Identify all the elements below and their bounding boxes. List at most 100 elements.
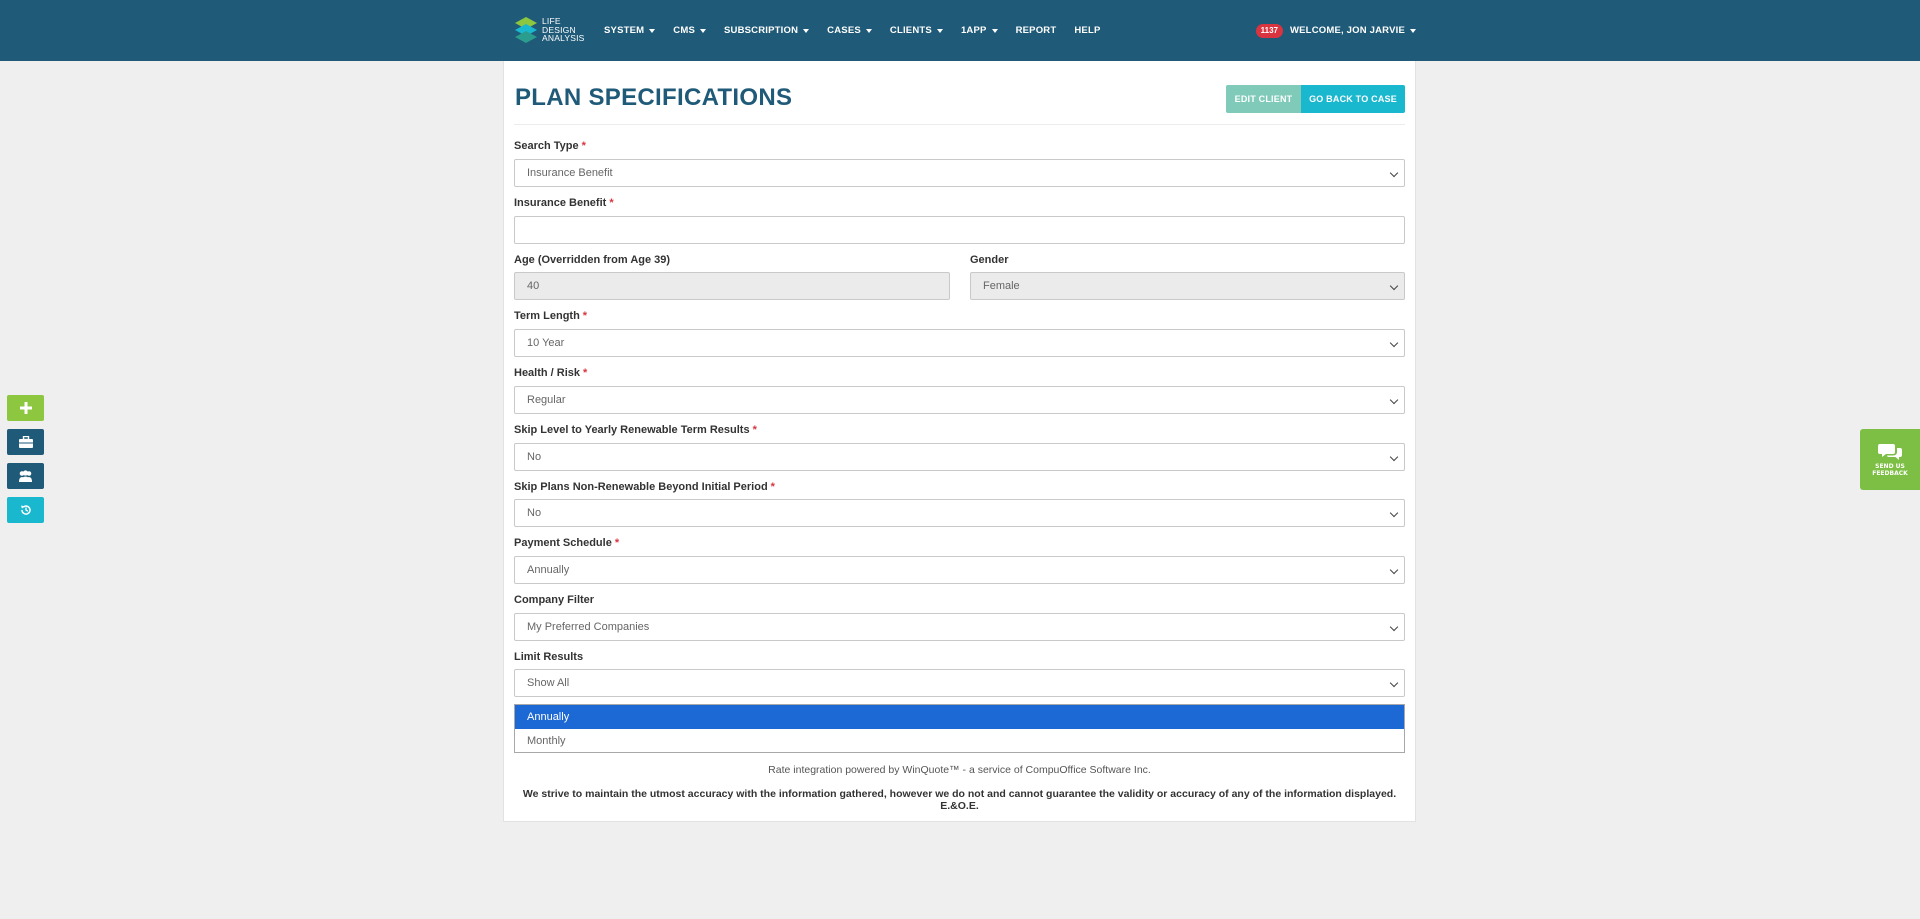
label-text: Skip Plans Non-Renewable Beyond Initial …	[514, 481, 768, 493]
required-marker: *	[583, 367, 588, 379]
caret-down-icon	[936, 28, 943, 33]
chevron-down-icon	[1389, 565, 1399, 575]
search-type-select[interactable]: Insurance Benefit	[514, 159, 1405, 187]
label-text: Payment Schedule	[514, 537, 612, 549]
cases-button[interactable]	[7, 429, 44, 455]
limit-results-label: Limit Results	[514, 651, 584, 663]
send-feedback-button[interactable]: SEND US FEEDBACK	[1860, 429, 1920, 490]
payment-schedule-label: Payment Schedule *	[514, 537, 619, 549]
select-value: Show All	[527, 677, 570, 689]
search-type-label: Search Type *	[514, 140, 586, 152]
chevron-down-icon	[1389, 281, 1399, 291]
required-marker: *	[582, 310, 588, 322]
select-value: Female	[983, 280, 1020, 292]
term-length-select[interactable]: 10 Year	[514, 329, 1405, 357]
gender-select: Female	[970, 272, 1405, 300]
menu-cms[interactable]: CMS	[673, 25, 706, 36]
caret-down-icon	[699, 28, 706, 33]
brand-logo[interactable]: LIFE DESIGN ANALYSIS	[513, 14, 593, 46]
age-label: Age (Overridden from Age 39)	[514, 254, 671, 266]
caret-down-icon	[649, 28, 656, 33]
required-marker: *	[581, 140, 586, 152]
menu-clients[interactable]: CLIENTS	[890, 25, 943, 36]
skip-plans-label: Skip Plans Non-Renewable Beyond Initial …	[514, 481, 775, 493]
health-risk-label: Health / Risk *	[514, 367, 587, 379]
label-text: Skip Level to Yearly Renewable Term Resu…	[514, 424, 750, 436]
navbar-inner: LIFE DESIGN ANALYSIS SYSTEM CMS SUBSCRIP…	[503, 0, 1416, 61]
menu-1app[interactable]: 1APP	[961, 25, 998, 36]
health-risk-select[interactable]: Regular	[514, 386, 1405, 414]
caret-down-icon	[991, 28, 998, 33]
menu-label: CASES	[827, 25, 861, 36]
select-value: Insurance Benefit	[527, 167, 613, 179]
feedback-line-1: SEND US	[1875, 462, 1905, 470]
menu-subscription[interactable]: SUBSCRIPTION	[723, 25, 810, 36]
go-back-to-case-button[interactable]: GO BACK TO CASE	[1301, 85, 1405, 113]
skip-plans-select[interactable]: No	[514, 499, 1405, 527]
history-button[interactable]	[7, 497, 44, 523]
add-button[interactable]	[7, 395, 44, 421]
menu-system[interactable]: SYSTEM	[604, 25, 656, 36]
limit-results-select[interactable]: Show All	[514, 669, 1405, 697]
gender-label: Gender	[970, 254, 1009, 266]
caret-down-icon	[865, 28, 872, 33]
chevron-down-icon	[1389, 168, 1399, 178]
payment-schedule-select[interactable]: Annually	[514, 556, 1405, 584]
chevron-down-icon	[1389, 508, 1399, 518]
menu-label: SYSTEM	[604, 25, 645, 36]
insurance-benefit-label: Insurance Benefit *	[514, 197, 614, 209]
menu-label: CLIENTS	[889, 25, 932, 36]
term-length-label: Term Length *	[514, 310, 587, 322]
menu-report[interactable]: REPORT	[1016, 25, 1057, 36]
menu-label: HELP	[1074, 25, 1101, 36]
menu-help[interactable]: HELP	[1074, 25, 1100, 36]
caret-down-icon	[803, 28, 810, 33]
required-marker: *	[752, 424, 757, 436]
user-menu[interactable]: WELCOME, JON JARVIE	[1290, 25, 1416, 36]
menu-label: 1APP	[960, 25, 987, 36]
dropdown-option-annually[interactable]: Annually	[515, 705, 1404, 729]
caret-down-icon	[1410, 28, 1416, 33]
select-value: Regular	[527, 394, 566, 406]
label-text: Search Type	[514, 140, 579, 152]
logo-line-3: ANALYSIS	[542, 33, 585, 44]
page-title: PLAN SPECIFICATIONS	[515, 84, 793, 111]
chevron-down-icon	[1389, 678, 1399, 688]
skip-level-label: Skip Level to Yearly Renewable Term Resu…	[514, 424, 757, 436]
top-navbar: LIFE DESIGN ANALYSIS SYSTEM CMS SUBSCRIP…	[0, 0, 1920, 61]
welcome-text: WELCOME, JON JARVIE	[1289, 25, 1405, 36]
dropdown-option-monthly[interactable]: Monthly	[515, 729, 1404, 753]
chevron-down-icon	[1389, 395, 1399, 405]
chevron-down-icon	[1389, 338, 1399, 348]
menu-label: REPORT	[1015, 25, 1057, 36]
company-filter-label: Company Filter	[514, 594, 595, 606]
header-actions: EDIT CLIENT GO BACK TO CASE	[1226, 85, 1405, 113]
select-value: 10 Year	[527, 337, 565, 349]
disclaimer-text: We strive to maintain the utmost accurac…	[522, 788, 1397, 812]
payment-schedule-dropdown-list: Annually Monthly	[514, 704, 1405, 753]
feedback-label: SEND US FEEDBACK	[1872, 463, 1908, 477]
plus-icon	[19, 402, 32, 414]
user-area: 1137 WELCOME, JON JARVIE	[1255, 0, 1416, 61]
feedback-line-2: FEEDBACK	[1872, 469, 1908, 477]
main-menu: SYSTEM CMS SUBSCRIPTION CASES CLIENTS 1A…	[604, 0, 1119, 61]
menu-cases[interactable]: CASES	[827, 25, 872, 36]
skip-level-select[interactable]: No	[514, 443, 1405, 471]
users-icon	[19, 470, 32, 482]
menu-label: SUBSCRIPTION	[723, 25, 799, 36]
age-input: 40	[514, 272, 950, 300]
select-value: Annually	[527, 564, 570, 576]
insurance-benefit-input[interactable]	[514, 216, 1405, 244]
select-value: No	[527, 507, 542, 519]
label-text: Term Length	[514, 310, 580, 322]
menu-label: CMS	[673, 25, 695, 36]
clients-button[interactable]	[7, 463, 44, 489]
notification-badge[interactable]: 1137	[1255, 23, 1283, 38]
chevron-down-icon	[1389, 622, 1399, 632]
select-value: My Preferred Companies	[527, 621, 650, 633]
chevron-down-icon	[1389, 452, 1399, 462]
history-icon	[20, 505, 31, 515]
company-filter-select[interactable]: My Preferred Companies	[514, 613, 1405, 641]
edit-client-button[interactable]: EDIT CLIENT	[1226, 85, 1301, 113]
plan-specifications-panel: PLAN SPECIFICATIONS EDIT CLIENT GO BACK …	[503, 61, 1416, 822]
